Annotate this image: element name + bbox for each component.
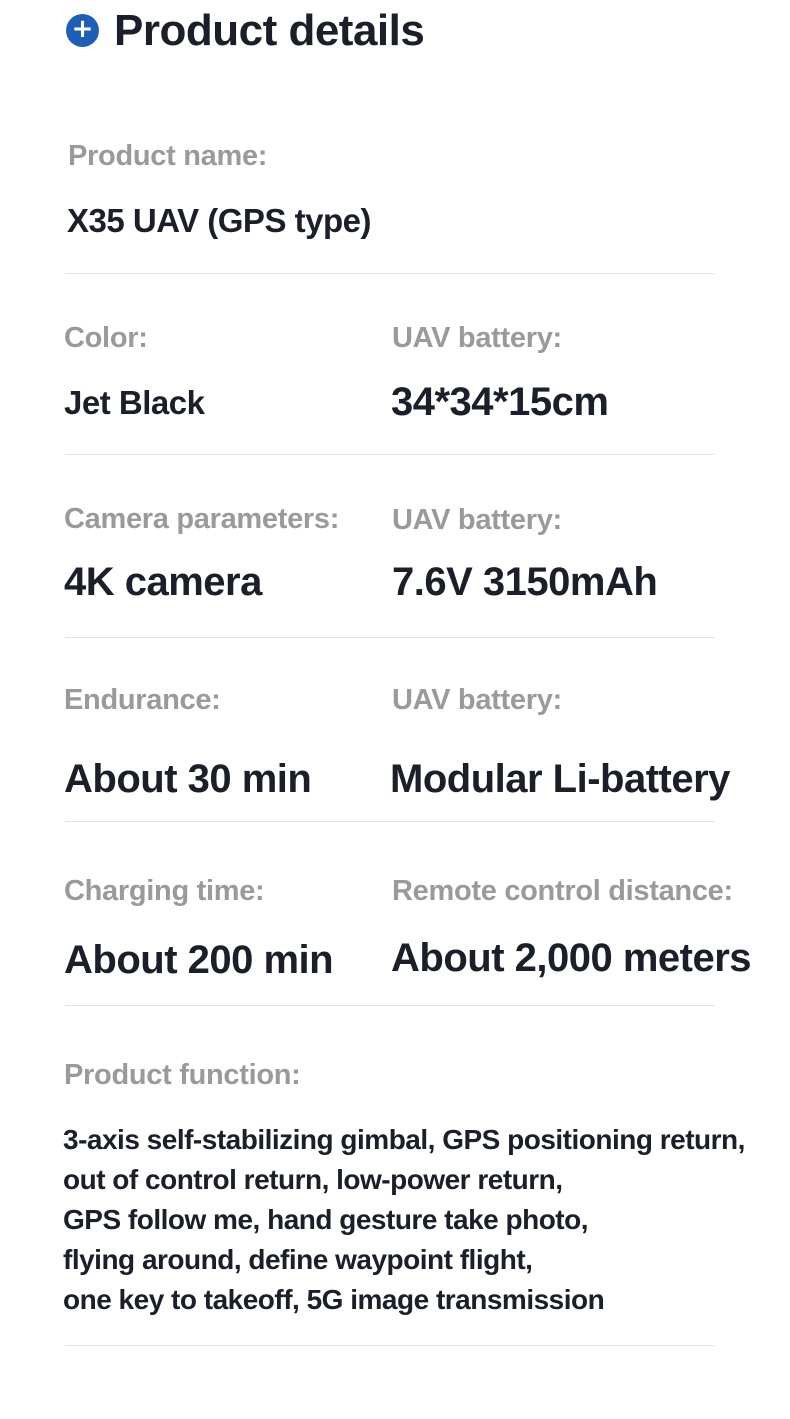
uav-battery-label: UAV battery: bbox=[392, 504, 562, 536]
uav-battery-label: UAV battery: bbox=[392, 322, 562, 354]
divider bbox=[65, 273, 715, 274]
uav-battery-value: Modular Li-battery bbox=[390, 757, 730, 801]
charging-time-label: Charging time: bbox=[64, 875, 265, 907]
plus-circle-icon: + bbox=[66, 14, 99, 47]
camera-parameters-label: Camera parameters: bbox=[64, 503, 340, 535]
endurance-value: About 30 min bbox=[64, 757, 312, 801]
product-function-label: Product function: bbox=[64, 1059, 301, 1091]
product-function-line: 3-axis self-stabilizing gimbal, GPS posi… bbox=[63, 1124, 745, 1155]
endurance-label: Endurance: bbox=[64, 684, 221, 716]
product-name-label: Product name: bbox=[68, 140, 268, 172]
uav-battery-value: 7.6V 3150mAh bbox=[392, 560, 658, 604]
color-label: Color: bbox=[64, 322, 148, 354]
divider bbox=[65, 1345, 715, 1346]
divider bbox=[65, 637, 715, 638]
product-function-text: 3-axis self-stabilizing gimbal, GPS posi… bbox=[63, 1120, 778, 1320]
product-name-value: X35 UAV (GPS type) bbox=[67, 202, 371, 239]
product-function-line: out of control return, low-power return, bbox=[63, 1164, 563, 1195]
charging-time-value: About 200 min bbox=[64, 938, 334, 982]
uav-battery-label: UAV battery: bbox=[392, 684, 562, 716]
page-title: Product details bbox=[114, 6, 425, 55]
divider bbox=[65, 821, 715, 822]
remote-control-distance-label: Remote control distance: bbox=[392, 875, 733, 907]
product-function-line: flying around, define waypoint flight, bbox=[63, 1244, 533, 1275]
remote-control-distance-value: About 2,000 meters bbox=[391, 936, 752, 980]
product-function-line: GPS follow me, hand gesture take photo, bbox=[63, 1204, 589, 1235]
uav-battery-value: 34*34*15cm bbox=[391, 380, 609, 424]
color-value: Jet Black bbox=[64, 384, 205, 421]
section-header: + Product details bbox=[66, 4, 746, 56]
camera-parameters-value: 4K camera bbox=[64, 560, 262, 604]
product-function-line: one key to takeoff, 5G image transmissio… bbox=[63, 1284, 605, 1315]
divider bbox=[65, 454, 715, 455]
divider bbox=[65, 1005, 715, 1006]
